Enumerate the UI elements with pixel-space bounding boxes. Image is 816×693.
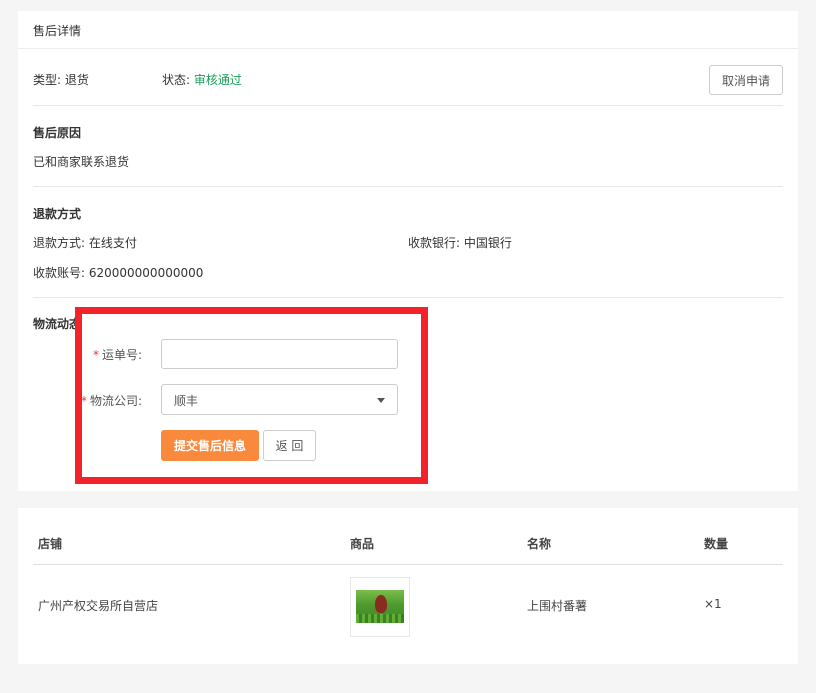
- company-label-text: 物流公司:: [90, 394, 143, 408]
- refund-heading: 退款方式: [33, 207, 82, 221]
- caret-down-icon: [377, 398, 385, 403]
- header-quantity: 数量: [704, 537, 729, 551]
- required-mark: *: [81, 394, 87, 408]
- after-sales-detail-card: 售后详情 类型: 退货 状态: 审核通过 取消申请 售后原因 已和商家联系退货 …: [18, 11, 798, 491]
- status-value: 审核通过: [193, 73, 242, 87]
- divider: [33, 186, 783, 187]
- status-text: 状态: 审核通过: [162, 71, 242, 88]
- back-button[interactable]: 返 回: [263, 430, 316, 461]
- header-name: 名称: [527, 537, 552, 551]
- title-divider: [18, 48, 798, 49]
- selected-company: 顺丰: [174, 394, 199, 408]
- status-label: 状态:: [162, 73, 194, 87]
- refund-bank: 收款银行: 中国银行: [408, 236, 512, 250]
- cell-product-name: 上围村番薯: [527, 599, 588, 613]
- table-divider: [33, 564, 783, 565]
- tracking-number-label: * 运单号:: [93, 346, 142, 363]
- refund-account: 收款账号: 620000000000000: [33, 266, 204, 280]
- reason-text: 已和商家联系退货: [33, 155, 130, 169]
- product-thumbnail[interactable]: [350, 577, 410, 637]
- refund-method: 退款方式: 在线支付: [33, 236, 137, 250]
- required-mark: *: [93, 348, 99, 362]
- divider: [33, 297, 783, 298]
- reason-heading: 售后原因: [33, 126, 82, 140]
- tracking-number-input[interactable]: [161, 339, 398, 369]
- header-product: 商品: [350, 537, 375, 551]
- logistics-heading: 物流动态: [33, 317, 82, 331]
- logistics-company-label: * 物流公司:: [81, 392, 142, 409]
- type-text: 类型: 退货: [33, 73, 89, 87]
- header-shop: 店铺: [38, 537, 63, 551]
- cell-shop: 广州产权交易所自营店: [38, 599, 159, 613]
- tracking-label-text: 运单号:: [102, 348, 143, 362]
- cancel-request-button[interactable]: 取消申请: [709, 65, 783, 95]
- submit-after-sales-button[interactable]: 提交售后信息: [161, 430, 259, 461]
- product-table-card: 店铺 商品 名称 数量 广州产权交易所自营店 上围村番薯 ×1: [18, 508, 798, 664]
- cell-quantity: ×1: [704, 597, 722, 611]
- logistics-company-select[interactable]: 顺丰: [161, 384, 398, 415]
- card-title: 售后详情: [33, 24, 82, 38]
- product-image: [356, 590, 404, 623]
- divider: [33, 105, 783, 106]
